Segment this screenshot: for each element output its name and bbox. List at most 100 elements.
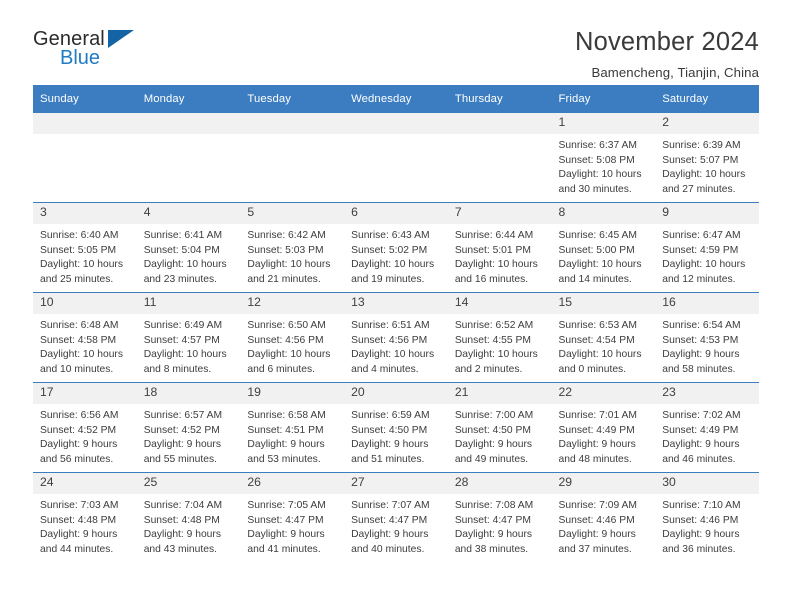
day-details: Sunrise: 7:05 AM Sunset: 4:47 PM Daylight:… [240,494,344,557]
day-details: Sunrise: 6:56 AM Sunset: 4:52 PM Daylight:… [33,404,137,467]
day-details: Sunrise: 6:58 AM Sunset: 4:51 PM Daylight:… [240,404,344,467]
calendar-day-cell[interactable]: 4 Sunrise: 6:41 AM Sunset: 5:04 PM Daylight… [136,202,241,293]
sunset-text: Sunset: 4:47 PM [351,514,428,526]
sunset-text: Sunset: 5:03 PM [247,244,324,256]
calendar-day-cell[interactable]: 29 Sunrise: 7:09 AM Sunset: 4:46 PM Dayligh… [551,472,656,562]
day-details: Sunrise: 6:45 AM Sunset: 5:00 PM Daylight:… [552,224,656,287]
calendar-day-cell[interactable]: 12 Sunrise: 6:50 AM Sunset: 4:56 PM Dayligh… [240,292,345,383]
daylight-text-line1: Daylight: 10 hours [143,349,227,361]
calendar-day-cell[interactable]: 2 Sunrise: 6:39 AM Sunset: 5:07 PM Daylight… [655,113,759,203]
calendar-day-cell[interactable]: 24 Sunrise: 7:03 AM Sunset: 4:48 PM Dayligh… [33,472,137,562]
sunset-text: Sunset: 4:49 PM [558,424,635,436]
title-block: November 2024 Bamencheng, Tianjin, China [575,28,759,80]
day-number: 14 [447,293,552,314]
sunset-text: Sunset: 4:56 PM [351,334,428,346]
sunrise-text: Sunrise: 6:42 AM [247,230,326,241]
calendar-day-cell[interactable]: 11 Sunrise: 6:49 AM Sunset: 4:57 PM Dayligh… [136,292,241,383]
sunset-text: Sunset: 5:01 PM [454,244,531,256]
sunset-text: Sunset: 4:52 PM [40,424,117,436]
calendar-day-cell[interactable]: 18 Sunrise: 6:57 AM Sunset: 4:52 PM Dayligh… [136,382,241,473]
daylight-text-line1: Daylight: 9 hours [662,439,740,451]
calendar-day-cell[interactable]: 5 Sunrise: 6:42 AM Sunset: 5:03 PM Daylight… [240,202,345,293]
calendar-day-cell[interactable]: 14 Sunrise: 6:52 AM Sunset: 4:55 PM Dayligh… [447,292,552,383]
day-number: 26 [240,473,345,494]
day-number: 12 [240,293,345,314]
calendar-day-cell[interactable]: 28 Sunrise: 7:08 AM Sunset: 4:47 PM Dayligh… [447,472,552,562]
daylight-text-line2: and 6 minutes. [247,363,315,375]
daylight-text-line2: and 40 minutes. [351,543,425,555]
daylight-text-line1: Daylight: 10 hours [454,349,538,361]
sunrise-text: Sunrise: 6:59 AM [351,410,430,421]
calendar-day-cell[interactable]: 1 Sunrise: 6:37 AM Sunset: 5:08 PM Daylight… [551,113,656,203]
calendar-day-cell[interactable]: 8 Sunrise: 6:45 AM Sunset: 5:00 PM Daylight… [551,202,656,293]
daylight-text-line2: and 58 minutes. [662,363,736,375]
day-number [33,113,137,134]
page-header: General Blue November 2024 Bamencheng, T… [33,0,759,80]
sunrise-text: Sunrise: 6:39 AM [662,140,741,151]
calendar-day-cell[interactable]: 16 Sunrise: 6:54 AM Sunset: 4:53 PM Dayligh… [655,292,759,383]
sunset-text: Sunset: 4:46 PM [558,514,635,526]
daylight-text-line2: and 30 minutes. [558,183,632,195]
daylight-text-line2: and 41 minutes. [247,543,321,555]
page-title: November 2024 [574,28,759,56]
day-number: 16 [655,293,759,314]
calendar-day-cell[interactable]: 20 Sunrise: 6:59 AM Sunset: 4:50 PM Dayligh… [344,382,448,473]
calendar-page: General Blue November 2024 Bamencheng, T… [0,0,792,612]
sunrise-text: Sunrise: 7:00 AM [454,410,534,421]
daylight-text-line2: and 8 minutes. [143,363,212,375]
day-details: Sunrise: 7:10 AM Sunset: 4:46 PM Daylight:… [655,494,759,557]
day-details: Sunrise: 6:53 AM Sunset: 4:54 PM Daylight:… [552,314,656,377]
calendar-day-cell[interactable]: 13 Sunrise: 6:51 AM Sunset: 4:56 PM Dayligh… [344,292,448,383]
calendar-day-cell[interactable]: 9 Sunrise: 6:47 AM Sunset: 4:59 PM Daylight… [655,202,759,293]
day-number: 29 [551,473,656,494]
daylight-text-line2: and 2 minutes. [454,363,523,375]
sunset-text: Sunset: 4:59 PM [662,244,739,256]
calendar-day-cell[interactable]: 22 Sunrise: 7:01 AM Sunset: 4:49 PM Dayligh… [551,382,656,473]
calendar-week-row: 1 Sunrise: 6:37 AM Sunset: 5:08 PM Daylight… [33,113,759,203]
brand-logo[interactable]: General Blue [33,28,153,76]
calendar-day-cell[interactable]: 30 Sunrise: 7:10 AM Sunset: 4:46 PM Dayligh… [655,472,759,562]
sunset-text: Sunset: 4:49 PM [662,424,739,436]
day-details: Sunrise: 6:50 AM Sunset: 4:56 PM Daylight:… [240,314,344,377]
sunset-text: Sunset: 4:56 PM [247,334,324,346]
day-details: Sunrise: 6:41 AM Sunset: 5:04 PM Daylight:… [137,224,241,287]
day-details: Sunrise: 6:44 AM Sunset: 5:01 PM Daylight:… [448,224,552,287]
calendar-day-cell[interactable]: 15 Sunrise: 6:53 AM Sunset: 4:54 PM Dayligh… [551,292,656,383]
day-details: Sunrise: 6:51 AM Sunset: 4:56 PM Daylight:… [344,314,448,377]
day-number: 18 [136,383,241,404]
day-number: 25 [136,473,241,494]
calendar-day-cell[interactable]: 23 Sunrise: 7:02 AM Sunset: 4:49 PM Dayligh… [655,382,759,473]
day-details: Sunrise: 7:09 AM Sunset: 4:46 PM Daylight:… [552,494,656,557]
day-number: 4 [136,203,241,224]
daylight-text-line1: Daylight: 10 hours [143,259,227,271]
sunset-text: Sunset: 4:50 PM [454,424,531,436]
day-details: Sunrise: 7:08 AM Sunset: 4:47 PM Daylight:… [448,494,552,557]
sunrise-text: Sunrise: 6:54 AM [662,320,741,331]
calendar-week-row: 10 Sunrise: 6:48 AM Sunset: 4:58 PM Dayligh… [33,292,759,383]
calendar-day-cell[interactable]: 19 Sunrise: 6:58 AM Sunset: 4:51 PM Dayligh… [240,382,345,473]
calendar-day-cell[interactable]: 26 Sunrise: 7:05 AM Sunset: 4:47 PM Dayligh… [240,472,345,562]
daylight-text-line2: and 23 minutes. [143,273,217,285]
day-details: Sunrise: 6:52 AM Sunset: 4:55 PM Daylight:… [448,314,552,377]
daylight-text-line2: and 14 minutes. [558,273,632,285]
calendar-day-cell-empty [136,113,241,203]
calendar-day-cell[interactable]: 7 Sunrise: 6:44 AM Sunset: 5:01 PM Daylight… [447,202,552,293]
sunset-text: Sunset: 5:04 PM [143,244,220,256]
daylight-text-line2: and 56 minutes. [40,453,114,465]
daylight-text-line1: Daylight: 10 hours [662,259,746,271]
calendar-day-cell[interactable]: 17 Sunrise: 6:56 AM Sunset: 4:52 PM Dayligh… [33,382,137,473]
daylight-text-line2: and 0 minutes. [558,363,627,375]
sunset-text: Sunset: 4:50 PM [351,424,428,436]
calendar-day-cell[interactable]: 6 Sunrise: 6:43 AM Sunset: 5:02 PM Daylight… [344,202,448,293]
calendar-day-cell[interactable]: 27 Sunrise: 7:07 AM Sunset: 4:47 PM Dayligh… [344,472,448,562]
calendar-day-cell[interactable]: 10 Sunrise: 6:48 AM Sunset: 4:58 PM Dayligh… [33,292,137,383]
daylight-text-line1: Daylight: 10 hours [558,169,642,181]
day-number: 15 [551,293,656,314]
sunrise-text: Sunrise: 6:37 AM [558,140,637,151]
calendar-day-cell[interactable]: 3 Sunrise: 6:40 AM Sunset: 5:05 PM Daylight… [33,202,137,293]
calendar-day-cell[interactable]: 21 Sunrise: 7:00 AM Sunset: 4:50 PM Dayligh… [447,382,552,473]
day-number: 9 [655,203,759,224]
sunrise-text: Sunrise: 7:07 AM [351,500,430,511]
daylight-text-line2: and 38 minutes. [454,543,529,555]
calendar-day-cell[interactable]: 25 Sunrise: 7:04 AM Sunset: 4:48 PM Dayligh… [136,472,241,562]
